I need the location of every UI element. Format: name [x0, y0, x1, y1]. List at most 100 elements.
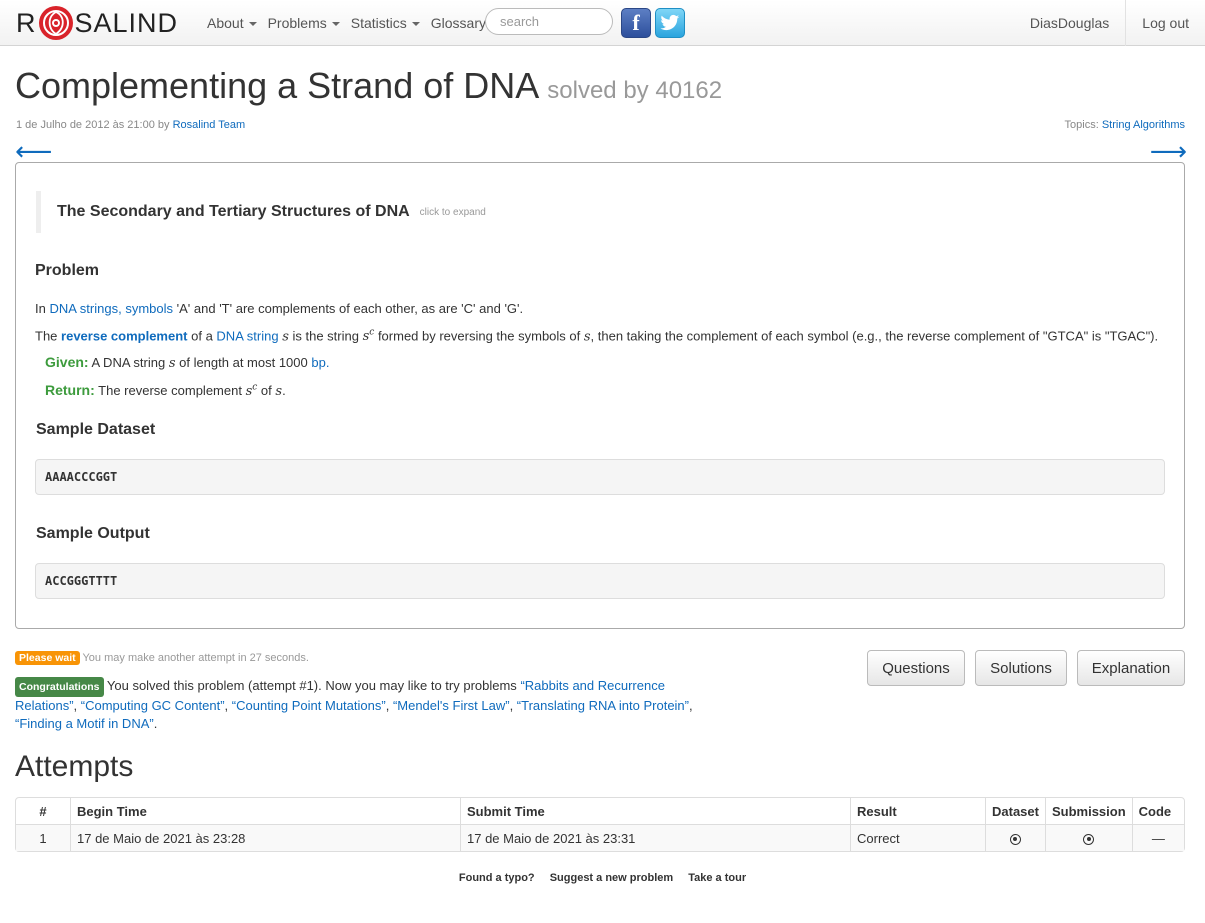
return-label: Return: — [45, 382, 95, 398]
p2-text: The — [35, 328, 58, 344]
sample-output: ACCGGGTTTT — [35, 563, 1165, 599]
topic-link[interactable]: String Algorithms — [1102, 119, 1185, 131]
given-label: Given: — [45, 354, 89, 370]
suggested-problem-link[interactable]: “Computing GC Content” — [81, 698, 225, 713]
return-text: The reverse complement — [98, 383, 242, 398]
topics-label: Topics: — [1064, 119, 1099, 131]
facebook-icon[interactable]: f — [621, 8, 651, 38]
result: Correct — [850, 824, 985, 851]
intro-title: The Secondary and Tertiary Structures of… — [57, 203, 410, 220]
congratulations-badge: Congratulations — [15, 677, 104, 697]
p2-text-mid: of a — [191, 328, 213, 344]
chevron-down-icon — [248, 22, 257, 26]
menu-statistics[interactable]: Statistics — [351, 15, 420, 31]
solutions-button[interactable]: Solutions — [975, 650, 1067, 686]
author-link[interactable]: Rosalind Team — [173, 119, 246, 131]
column-header: Submit Time — [460, 798, 850, 824]
twitter-bird-icon — [660, 14, 680, 31]
user-menu: DiasDouglas Log out — [1014, 0, 1205, 46]
suggested-problem-link[interactable]: “Counting Point Mutations” — [232, 698, 386, 713]
math-sup-c2: c — [252, 382, 258, 393]
rosalind-logo[interactable]: R SALIND — [16, 6, 178, 40]
column-header: Result — [850, 798, 985, 824]
math-sup-c: c — [369, 328, 375, 338]
attempts-table: # Begin Time Submit Time Result Dataset … — [15, 797, 1185, 852]
begin-time: 17 de Maio de 2021 às 23:28 — [70, 824, 460, 851]
search-input[interactable] — [485, 8, 613, 35]
menu-about[interactable]: About — [207, 15, 257, 31]
found-typo-link[interactable]: Found a typo? — [459, 872, 535, 884]
expand-hint: click to expand — [419, 206, 486, 218]
congratulations-notice: Congratulations You solved this problem … — [15, 677, 693, 731]
menu-problems[interactable]: Problems — [268, 15, 340, 31]
attempt-number: 1 — [16, 824, 70, 851]
symbols-link[interactable]: symbols — [125, 301, 173, 316]
please-wait-badge: Please wait — [15, 651, 80, 665]
congrats-text: You solved this problem (attempt #1). No… — [106, 678, 517, 693]
math-var-s: s — [282, 329, 289, 345]
math-var-sc2: sc — [246, 382, 258, 399]
dataset-cell — [985, 824, 1045, 851]
username-link[interactable]: DiasDouglas — [1014, 0, 1125, 46]
suggested-problem-link[interactable]: “Translating RNA into Protein” — [517, 698, 689, 713]
download-submission-icon[interactable] — [1083, 833, 1095, 845]
p1-text: In — [35, 301, 46, 316]
footer: Found a typo? Suggest a new problem Take… — [0, 872, 1205, 884]
congrats-end: . — [153, 716, 158, 731]
suggested-problem-link[interactable]: “Mendel's First Law” — [393, 698, 510, 713]
sample-dataset: AAAACCCGGT — [35, 459, 1165, 495]
code-cell: — — [1131, 824, 1184, 851]
main-menu: About Problems Statistics Glossary — [207, 0, 497, 46]
given-text-end: of length at most 1000 — [179, 355, 308, 370]
dna-string-link[interactable]: DNA string — [216, 328, 278, 343]
column-header: Begin Time — [70, 798, 460, 824]
menu-glossary-label: Glossary — [430, 15, 486, 31]
p2-text-end: , then taking the complement of each sym… — [590, 328, 1159, 344]
dna-strings-link[interactable]: DNA strings, — [49, 301, 121, 316]
given-text: A DNA string — [91, 355, 166, 370]
page-title: Complementing a Strand of DNA solved by … — [15, 64, 722, 113]
submission-cell — [1044, 824, 1132, 851]
return-end: . — [282, 383, 286, 398]
solved-count: solved by 40162 — [547, 77, 723, 104]
explanation-button[interactable]: Explanation — [1077, 650, 1185, 686]
p2-text-mid3: formed by reversing the symbols of — [377, 328, 581, 344]
problem-box: The Secondary and Tertiary Structures of… — [15, 162, 1185, 629]
reverse-complement-link[interactable]: reverse complement — [61, 328, 187, 343]
problem-title: Complementing a Strand of DNA — [15, 65, 538, 106]
column-header: Code — [1131, 798, 1184, 824]
math-var-s3: s — [168, 356, 176, 371]
logout-link[interactable]: Log out — [1125, 0, 1205, 46]
download-dataset-icon[interactable] — [1009, 833, 1021, 845]
problem-meta: 1 de Julho de 2012 às 21:00 by Rosalind … — [16, 119, 245, 131]
questions-button[interactable]: Questions — [867, 650, 965, 686]
navbar: R SALIND About Problems Statistics Gloss… — [0, 0, 1205, 46]
publish-date: 1 de Julho de 2012 às 21:00 by — [16, 119, 170, 131]
math-var-sc: sc — [363, 328, 375, 344]
brand-text-left: R — [16, 7, 37, 38]
twitter-icon[interactable] — [655, 8, 685, 38]
column-header: Submission — [1044, 798, 1132, 824]
problem-paragraph-2: The reverse complement of a DNA string s… — [35, 328, 1158, 344]
menu-statistics-label: Statistics — [350, 15, 407, 31]
take-tour-link[interactable]: Take a tour — [688, 872, 746, 884]
menu-problems-label: Problems — [267, 15, 327, 31]
suggested-problem-link[interactable]: “Finding a Motif in DNA” — [15, 716, 154, 731]
attempts-heading: Attempts — [15, 750, 134, 783]
column-header: # — [39, 803, 47, 819]
wait-notice: Please wait You may make another attempt… — [15, 651, 309, 665]
suggest-problem-link[interactable]: Suggest a new problem — [550, 872, 673, 884]
p1-text-end: 'A' and 'T' are complements of each othe… — [176, 301, 524, 316]
bp-link[interactable]: bp. — [311, 355, 329, 370]
sample-dataset-heading: Sample Dataset — [36, 421, 156, 438]
chevron-down-icon — [411, 22, 420, 26]
menu-glossary[interactable]: Glossary — [431, 15, 486, 31]
expandable-intro[interactable]: The Secondary and Tertiary Structures of… — [36, 191, 486, 233]
table-row: 1 17 de Maio de 2021 às 23:28 17 de Maio… — [16, 824, 1184, 851]
brand-text-right: SALIND — [74, 7, 179, 38]
given-line: Given: A DNA string s of length at most … — [45, 354, 329, 371]
problem-paragraph-1: In DNA strings, symbols 'A' and 'T' are … — [35, 301, 523, 316]
sample-output-heading: Sample Output — [36, 525, 150, 542]
rose-logo-icon — [38, 6, 73, 40]
column-header: Dataset — [985, 798, 1045, 824]
